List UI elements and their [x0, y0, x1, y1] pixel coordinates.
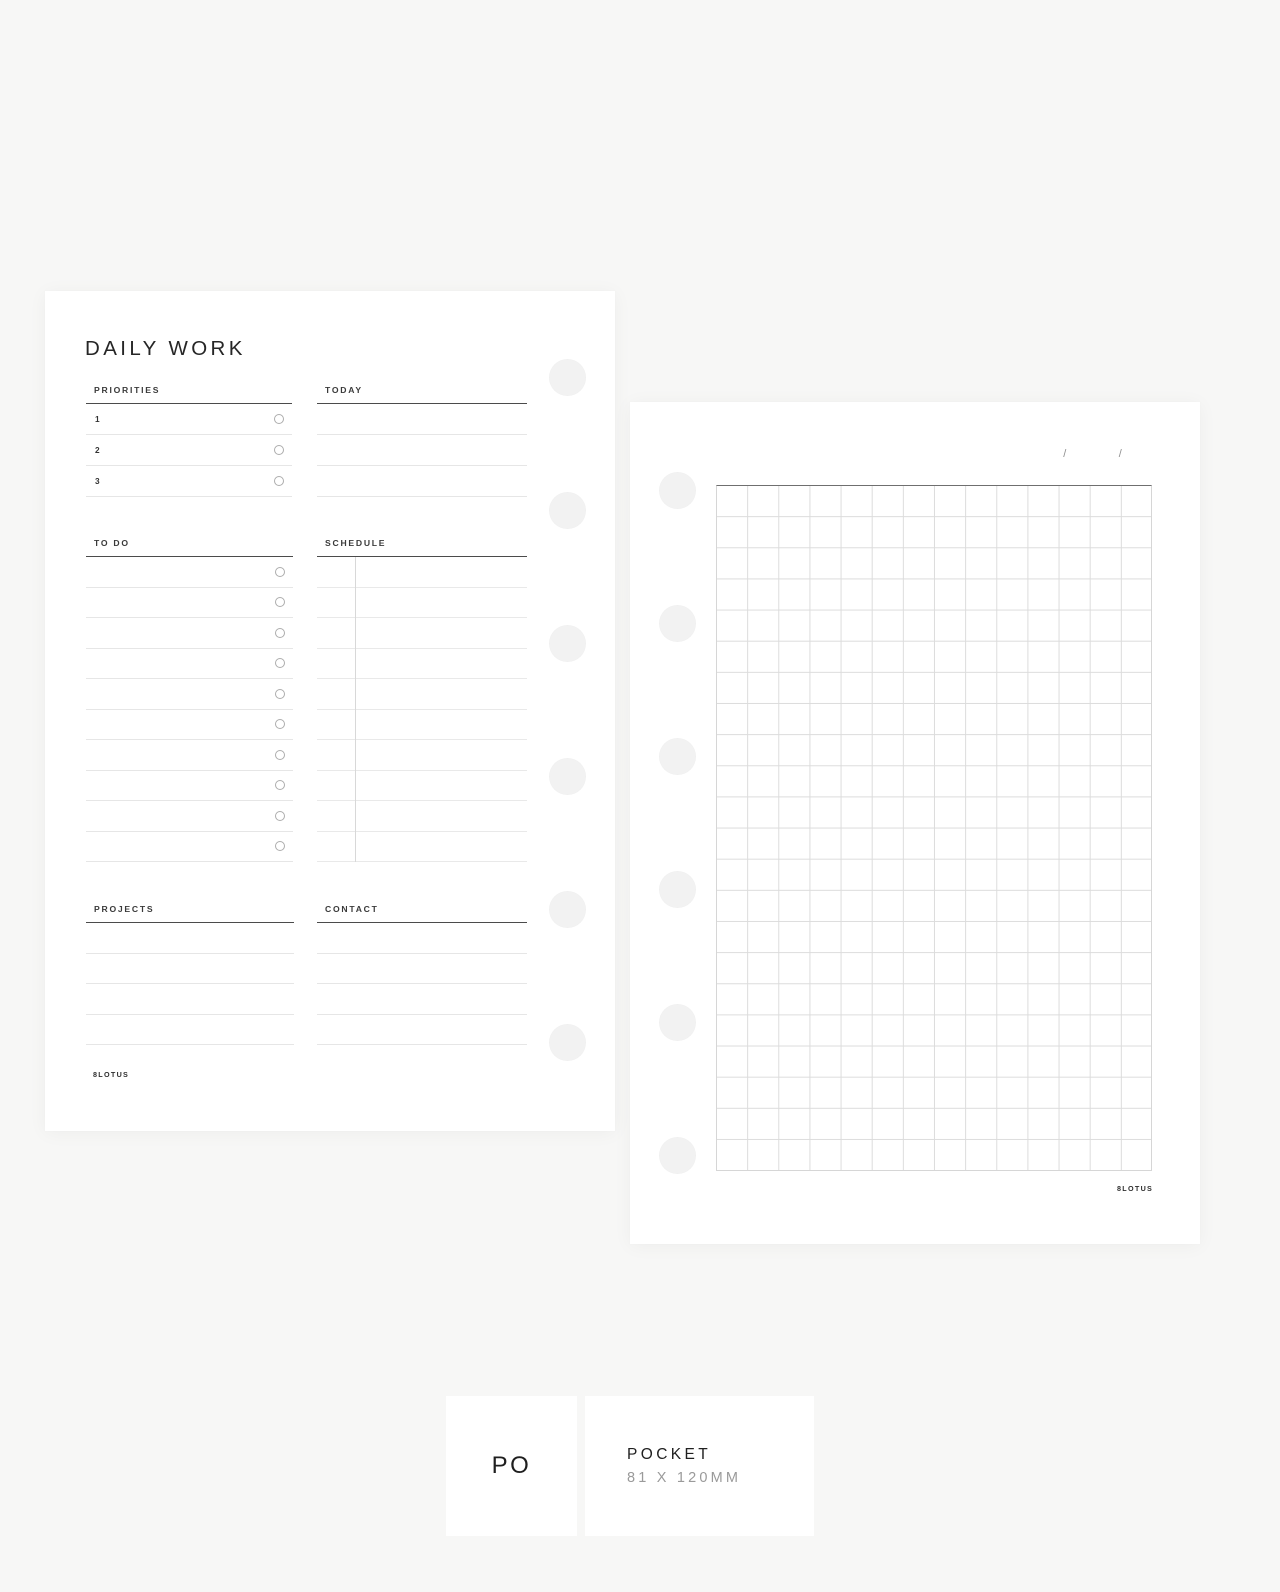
size-name: POCKET — [627, 1446, 712, 1463]
binder-hole — [549, 359, 586, 396]
binder-hole — [659, 871, 696, 908]
checkbox-circle-icon[interactable] — [275, 658, 285, 669]
checkbox-circle-icon[interactable] — [275, 841, 285, 852]
checkbox-circle-icon[interactable] — [275, 597, 285, 608]
schedule-row[interactable] — [317, 679, 527, 710]
schedule-row[interactable] — [317, 771, 527, 801]
schedule-row[interactable] — [317, 618, 527, 649]
priority-number: 1 — [95, 414, 101, 424]
schedule-row[interactable] — [317, 710, 527, 740]
section-label-projects: PROJECTS — [94, 904, 155, 914]
checkbox-circle-icon[interactable] — [275, 566, 285, 577]
schedule-row[interactable] — [317, 588, 527, 618]
contact-line[interactable] — [317, 954, 527, 984]
size-dimensions: 81 X 120MM — [627, 1470, 742, 1486]
canvas-background: DAILY WORK PRIORITIES 1 2 3 TODAY TO DO — [0, 0, 1280, 1592]
brand-logo-left: 8LOTUS — [93, 1070, 130, 1079]
schedule-row[interactable] — [317, 557, 527, 588]
binder-hole — [659, 1137, 696, 1174]
schedule-row[interactable] — [317, 801, 527, 832]
contact-line[interactable] — [317, 923, 527, 954]
checkbox-circle-icon[interactable] — [275, 627, 285, 638]
section-label-schedule: SCHEDULE — [325, 538, 387, 548]
size-info-badge: POCKET 81 X 120MM — [585, 1396, 814, 1536]
section-schedule: SCHEDULE — [317, 538, 527, 862]
checkbox-circle-icon[interactable] — [274, 445, 284, 455]
today-line[interactable] — [317, 404, 527, 435]
schedule-row[interactable] — [317, 649, 527, 679]
binder-hole — [549, 1024, 586, 1061]
todo-row[interactable] — [86, 679, 293, 710]
todo-row[interactable] — [86, 649, 293, 679]
section-projects: PROJECTS — [86, 904, 294, 1045]
section-label-priorities: PRIORITIES — [94, 385, 161, 395]
section-todo: TO DO — [86, 538, 293, 862]
todo-row[interactable] — [86, 588, 293, 618]
projects-line[interactable] — [86, 954, 294, 984]
priority-row-3[interactable]: 3 — [86, 466, 292, 497]
badge-separator — [577, 1396, 585, 1536]
section-label-today: TODAY — [325, 385, 363, 395]
section-label-contact: CONTACT — [325, 904, 379, 914]
binder-hole — [549, 625, 586, 662]
date-separator-1: / — [1063, 448, 1067, 460]
todo-row[interactable] — [86, 771, 293, 801]
checkbox-circle-icon[interactable] — [275, 719, 285, 730]
checkbox-circle-icon[interactable] — [274, 476, 284, 486]
checkbox-circle-icon[interactable] — [275, 810, 285, 821]
schedule-body — [317, 557, 527, 862]
date-field[interactable]: / / — [1030, 448, 1155, 460]
date-separator-2: / — [1118, 448, 1122, 460]
footer-badges: PO POCKET 81 X 120MM — [446, 1396, 814, 1536]
todo-row[interactable] — [86, 618, 293, 649]
checkbox-circle-icon[interactable] — [275, 688, 285, 699]
section-label-todo: TO DO — [94, 538, 130, 548]
todo-row[interactable] — [86, 832, 293, 862]
binder-hole — [659, 738, 696, 775]
section-contact: CONTACT — [317, 904, 527, 1045]
todo-row[interactable] — [86, 801, 293, 832]
page-title: DAILY WORK — [85, 337, 246, 360]
projects-line[interactable] — [86, 923, 294, 954]
todo-row[interactable] — [86, 557, 293, 588]
binder-hole — [659, 472, 696, 509]
section-priorities: PRIORITIES 1 2 3 — [86, 385, 292, 497]
schedule-row[interactable] — [317, 740, 527, 771]
contact-line[interactable] — [317, 984, 527, 1015]
size-code-badge: PO — [446, 1396, 577, 1536]
contact-line[interactable] — [317, 1015, 527, 1045]
section-today: TODAY — [317, 385, 527, 497]
binder-hole — [549, 891, 586, 928]
binder-hole — [659, 1004, 696, 1041]
checkbox-circle-icon[interactable] — [275, 749, 285, 760]
checkbox-circle-icon[interactable] — [275, 780, 285, 791]
schedule-row[interactable] — [317, 832, 527, 862]
today-line[interactable] — [317, 435, 527, 466]
binder-hole — [549, 492, 586, 529]
schedule-time-column-divider — [355, 557, 356, 862]
todo-row[interactable] — [86, 710, 293, 740]
brand-logo-right: 8LOTUS — [1117, 1184, 1154, 1193]
projects-line[interactable] — [86, 984, 294, 1015]
grid-paper-area[interactable] — [716, 485, 1152, 1171]
priority-row-2[interactable]: 2 — [86, 435, 292, 466]
projects-line[interactable] — [86, 1015, 294, 1045]
today-line[interactable] — [317, 466, 527, 497]
priority-row-1[interactable]: 1 — [86, 404, 292, 435]
priority-number: 3 — [95, 476, 101, 486]
checkbox-circle-icon[interactable] — [274, 414, 284, 424]
todo-row[interactable] — [86, 740, 293, 771]
binder-hole — [659, 605, 696, 642]
priority-number: 2 — [95, 445, 101, 455]
binder-hole — [549, 758, 586, 795]
